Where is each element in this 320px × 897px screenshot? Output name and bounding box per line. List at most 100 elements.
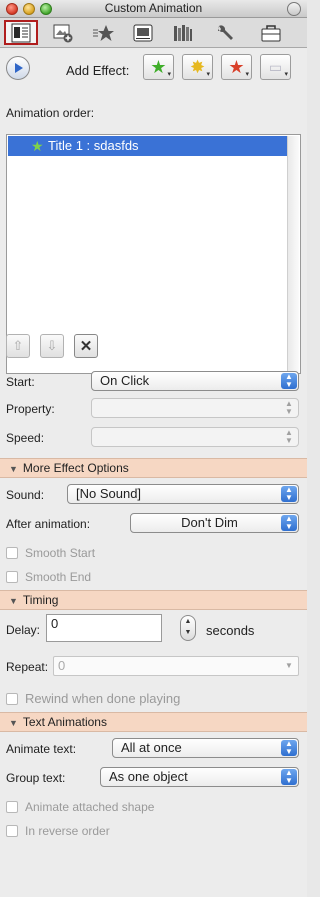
checkbox-label: Smooth End bbox=[25, 570, 92, 584]
group-text-value: As one object bbox=[109, 769, 188, 784]
sound-select[interactable]: [No Sound] ▲ ▼ bbox=[67, 484, 299, 504]
timing-header[interactable]: ▼ Timing bbox=[0, 590, 307, 610]
play-icon bbox=[15, 63, 23, 73]
add-entrance-effect-button[interactable]: ★ ▾ bbox=[143, 54, 174, 80]
entrance-effect-icon: ★ bbox=[150, 56, 167, 77]
checkbox-box[interactable] bbox=[6, 571, 18, 583]
checkbox-box[interactable] bbox=[6, 692, 18, 705]
group-text-label: Group text: bbox=[6, 771, 66, 785]
checkbox-box[interactable] bbox=[6, 801, 18, 813]
emphasis-effect-icon: ✸ bbox=[189, 56, 206, 77]
checkbox-box[interactable] bbox=[6, 547, 18, 559]
after-animation-select[interactable]: Don't Dim ▲ ▼ bbox=[130, 513, 299, 533]
title-bar: Custom Animation bbox=[0, 0, 307, 18]
speed-select[interactable]: ▲ ▼ bbox=[91, 427, 299, 447]
select-arrows-icon: ▲ ▼ bbox=[281, 740, 297, 756]
combobox-arrow-icon: ▼ bbox=[285, 661, 293, 670]
animation-order-label: Animation order: bbox=[6, 106, 95, 120]
move-down-icon: ⇩ bbox=[46, 338, 58, 353]
repeat-value: 0 bbox=[58, 658, 66, 673]
delay-label: Delay: bbox=[6, 623, 41, 637]
custom-animation-star-icon bbox=[93, 24, 114, 41]
select-arrows-icon: ▲ ▼ bbox=[281, 373, 297, 389]
select-arrows-icon: ▲ ▼ bbox=[281, 515, 297, 531]
start-value: On Click bbox=[100, 373, 150, 388]
checkbox-label: Rewind when done playing bbox=[25, 691, 181, 706]
tab-media-browser[interactable] bbox=[126, 20, 160, 45]
tab-toolbox[interactable] bbox=[254, 20, 288, 45]
add-motion-path-button[interactable]: ▭ ▾ bbox=[260, 54, 291, 80]
toolbox-icon bbox=[261, 24, 281, 41]
animate-text-value: All at once bbox=[121, 740, 182, 755]
delete-icon: ✕ bbox=[79, 338, 93, 355]
tab-custom-animation[interactable] bbox=[86, 20, 120, 45]
checkbox-label: In reverse order bbox=[25, 824, 110, 838]
animate-text-label: Animate text: bbox=[6, 742, 77, 756]
select-arrows-icon: ▲ ▼ bbox=[285, 399, 293, 416]
property-select[interactable]: ▲ ▼ bbox=[91, 398, 299, 418]
library-books-icon bbox=[174, 24, 192, 41]
after-animation-label: After animation: bbox=[6, 517, 91, 531]
select-arrows-icon: ▲ ▼ bbox=[285, 428, 293, 445]
animate-attached-shape-checkbox[interactable]: Animate attached shape bbox=[6, 800, 154, 814]
smooth-start-checkbox[interactable]: Smooth Start bbox=[6, 546, 95, 560]
repeat-combobox[interactable]: 0 ▼ bbox=[53, 656, 299, 676]
tab-image-add[interactable] bbox=[46, 20, 80, 45]
add-exit-effect-button[interactable]: ★ ▾ bbox=[221, 54, 252, 80]
more-effect-options-header[interactable]: ▼ More Effect Options bbox=[0, 458, 307, 478]
repeat-label: Repeat: bbox=[6, 660, 49, 674]
move-up-icon: ⇧ bbox=[12, 338, 24, 353]
after-animation-value: Don't Dim bbox=[181, 515, 238, 530]
reverse-order-checkbox[interactable]: In reverse order bbox=[6, 824, 110, 838]
seconds-label: seconds bbox=[206, 623, 255, 638]
disclosure-triangle-icon: ▼ bbox=[9, 718, 18, 728]
start-select[interactable]: On Click ▲ ▼ bbox=[91, 371, 299, 391]
speed-label: Speed: bbox=[6, 431, 45, 445]
play-button[interactable] bbox=[6, 56, 30, 80]
section-title: More Effect Options bbox=[22, 461, 129, 475]
delete-effect-button[interactable]: ✕ bbox=[74, 334, 98, 358]
toolbox-tab-bar bbox=[0, 18, 307, 48]
delay-stepper[interactable]: ▲ ▼ bbox=[180, 615, 196, 641]
add-emphasis-effect-button[interactable]: ✸ ▾ bbox=[182, 54, 213, 80]
disclosure-triangle-icon: ▼ bbox=[9, 596, 18, 606]
add-effect-label: Add Effect: bbox=[66, 63, 130, 78]
window-title: Custom Animation bbox=[104, 1, 203, 15]
animate-text-select[interactable]: All at once ▲ ▼ bbox=[112, 738, 299, 758]
select-arrows-icon: ▲ ▼ bbox=[281, 486, 297, 502]
select-arrows-icon: ▲ ▼ bbox=[281, 769, 297, 785]
media-browser-icon bbox=[133, 24, 153, 41]
entrance-star-icon: ★ bbox=[31, 138, 44, 154]
delay-value: 0 bbox=[51, 616, 59, 631]
document-properties-icon bbox=[11, 23, 31, 42]
list-item[interactable]: ★ Title 1 : sdasfds bbox=[8, 136, 288, 156]
tab-document-properties[interactable] bbox=[4, 20, 38, 45]
disclosure-triangle-icon: ▼ bbox=[9, 464, 18, 474]
checkbox-label: Animate attached shape bbox=[25, 800, 155, 814]
checkbox-box[interactable] bbox=[6, 825, 18, 837]
list-scrollbar[interactable] bbox=[287, 136, 299, 372]
sound-label: Sound: bbox=[6, 488, 45, 502]
move-down-button[interactable]: ⇩ bbox=[40, 334, 64, 358]
sound-value: [No Sound] bbox=[76, 486, 142, 501]
animation-item-label: Title 1 : sdasfds bbox=[48, 138, 139, 153]
section-title: Text Animations bbox=[22, 715, 107, 729]
start-label: Start: bbox=[6, 375, 35, 389]
image-add-icon bbox=[53, 24, 73, 42]
section-title: Timing bbox=[22, 593, 59, 607]
toolbar-toggle-button[interactable] bbox=[287, 2, 301, 16]
rewind-checkbox[interactable]: Rewind when done playing bbox=[6, 691, 180, 706]
tools-wrench-icon bbox=[218, 24, 233, 40]
property-label: Property: bbox=[6, 402, 55, 416]
checkbox-label: Smooth Start bbox=[25, 546, 96, 560]
delay-input[interactable]: 0 bbox=[46, 614, 162, 642]
exit-effect-icon: ★ bbox=[228, 56, 245, 77]
custom-animation-panel: Add Effect: ★ ▾ ✸ ▾ ★ ▾ ▭ ▾ Animation order:… bbox=[0, 48, 307, 897]
tab-library[interactable] bbox=[166, 20, 200, 45]
tab-tools[interactable] bbox=[208, 20, 242, 45]
smooth-end-checkbox[interactable]: Smooth End bbox=[6, 570, 91, 584]
motion-path-icon: ▭ bbox=[268, 58, 283, 75]
text-animations-header[interactable]: ▼ Text Animations bbox=[0, 712, 307, 732]
group-text-select[interactable]: As one object ▲ ▼ bbox=[100, 767, 299, 787]
move-up-button[interactable]: ⇧ bbox=[6, 334, 30, 358]
